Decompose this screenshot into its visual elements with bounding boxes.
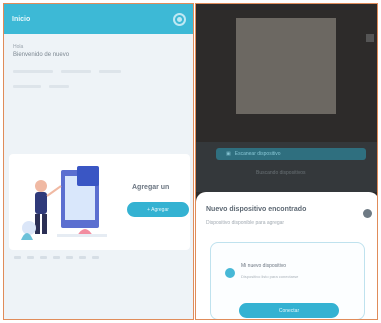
scan-strip: ▣ Escanear dispositivo Buscando disposit… — [196, 142, 377, 192]
field-label: Hola — [13, 44, 24, 50]
check-icon — [225, 268, 235, 278]
info-section: Hola Bienvenido de nuevo — [4, 34, 193, 88]
right-phone-screen: ▣ Escanear dispositivo Buscando disposit… — [195, 3, 378, 320]
settings-gear-icon[interactable] — [173, 12, 186, 26]
add-device-card: Agregar un + Agregar — [9, 154, 190, 250]
scan-button[interactable]: ▣ Escanear dispositivo — [216, 148, 366, 160]
camera-viewfinder — [196, 4, 377, 142]
card-title: Agregar un — [132, 184, 170, 191]
scan-button-label: Escanear dispositivo — [234, 151, 281, 157]
app-header: Inicio — [4, 4, 193, 34]
device-name: Mi nuevo dispositivo — [241, 263, 287, 269]
sheet-close-icon[interactable] — [363, 209, 372, 218]
device-option[interactable]: Mi nuevo dispositivo Dispositivo listo p… — [210, 242, 365, 319]
sheet-subtitle: Dispositivo disponible para agregar — [206, 220, 285, 226]
scan-frame — [236, 18, 336, 114]
scan-icon: ▣ — [226, 151, 231, 157]
scan-subtitle: Buscando dispositivos — [256, 170, 306, 176]
placeholder-dots — [14, 256, 99, 259]
connect-button[interactable]: Conectar — [239, 303, 339, 318]
device-found-sheet: Nuevo dispositivo encontrado Dispositivo… — [196, 192, 377, 319]
illustration-icon — [21, 166, 107, 240]
sheet-title: Nuevo dispositivo encontrado — [206, 206, 307, 213]
add-button[interactable]: + Agregar — [127, 202, 189, 217]
placeholder-row — [13, 70, 184, 73]
device-description: Dispositivo listo para conectarse — [241, 274, 299, 279]
field-value: Bienvenido de nuevo — [13, 52, 70, 58]
placeholder-row — [13, 85, 184, 88]
header-title: Inicio — [12, 15, 31, 23]
left-phone-screen: Inicio Hola Bienvenido de nuevo Agregar … — [3, 3, 194, 320]
close-icon[interactable] — [366, 34, 374, 42]
